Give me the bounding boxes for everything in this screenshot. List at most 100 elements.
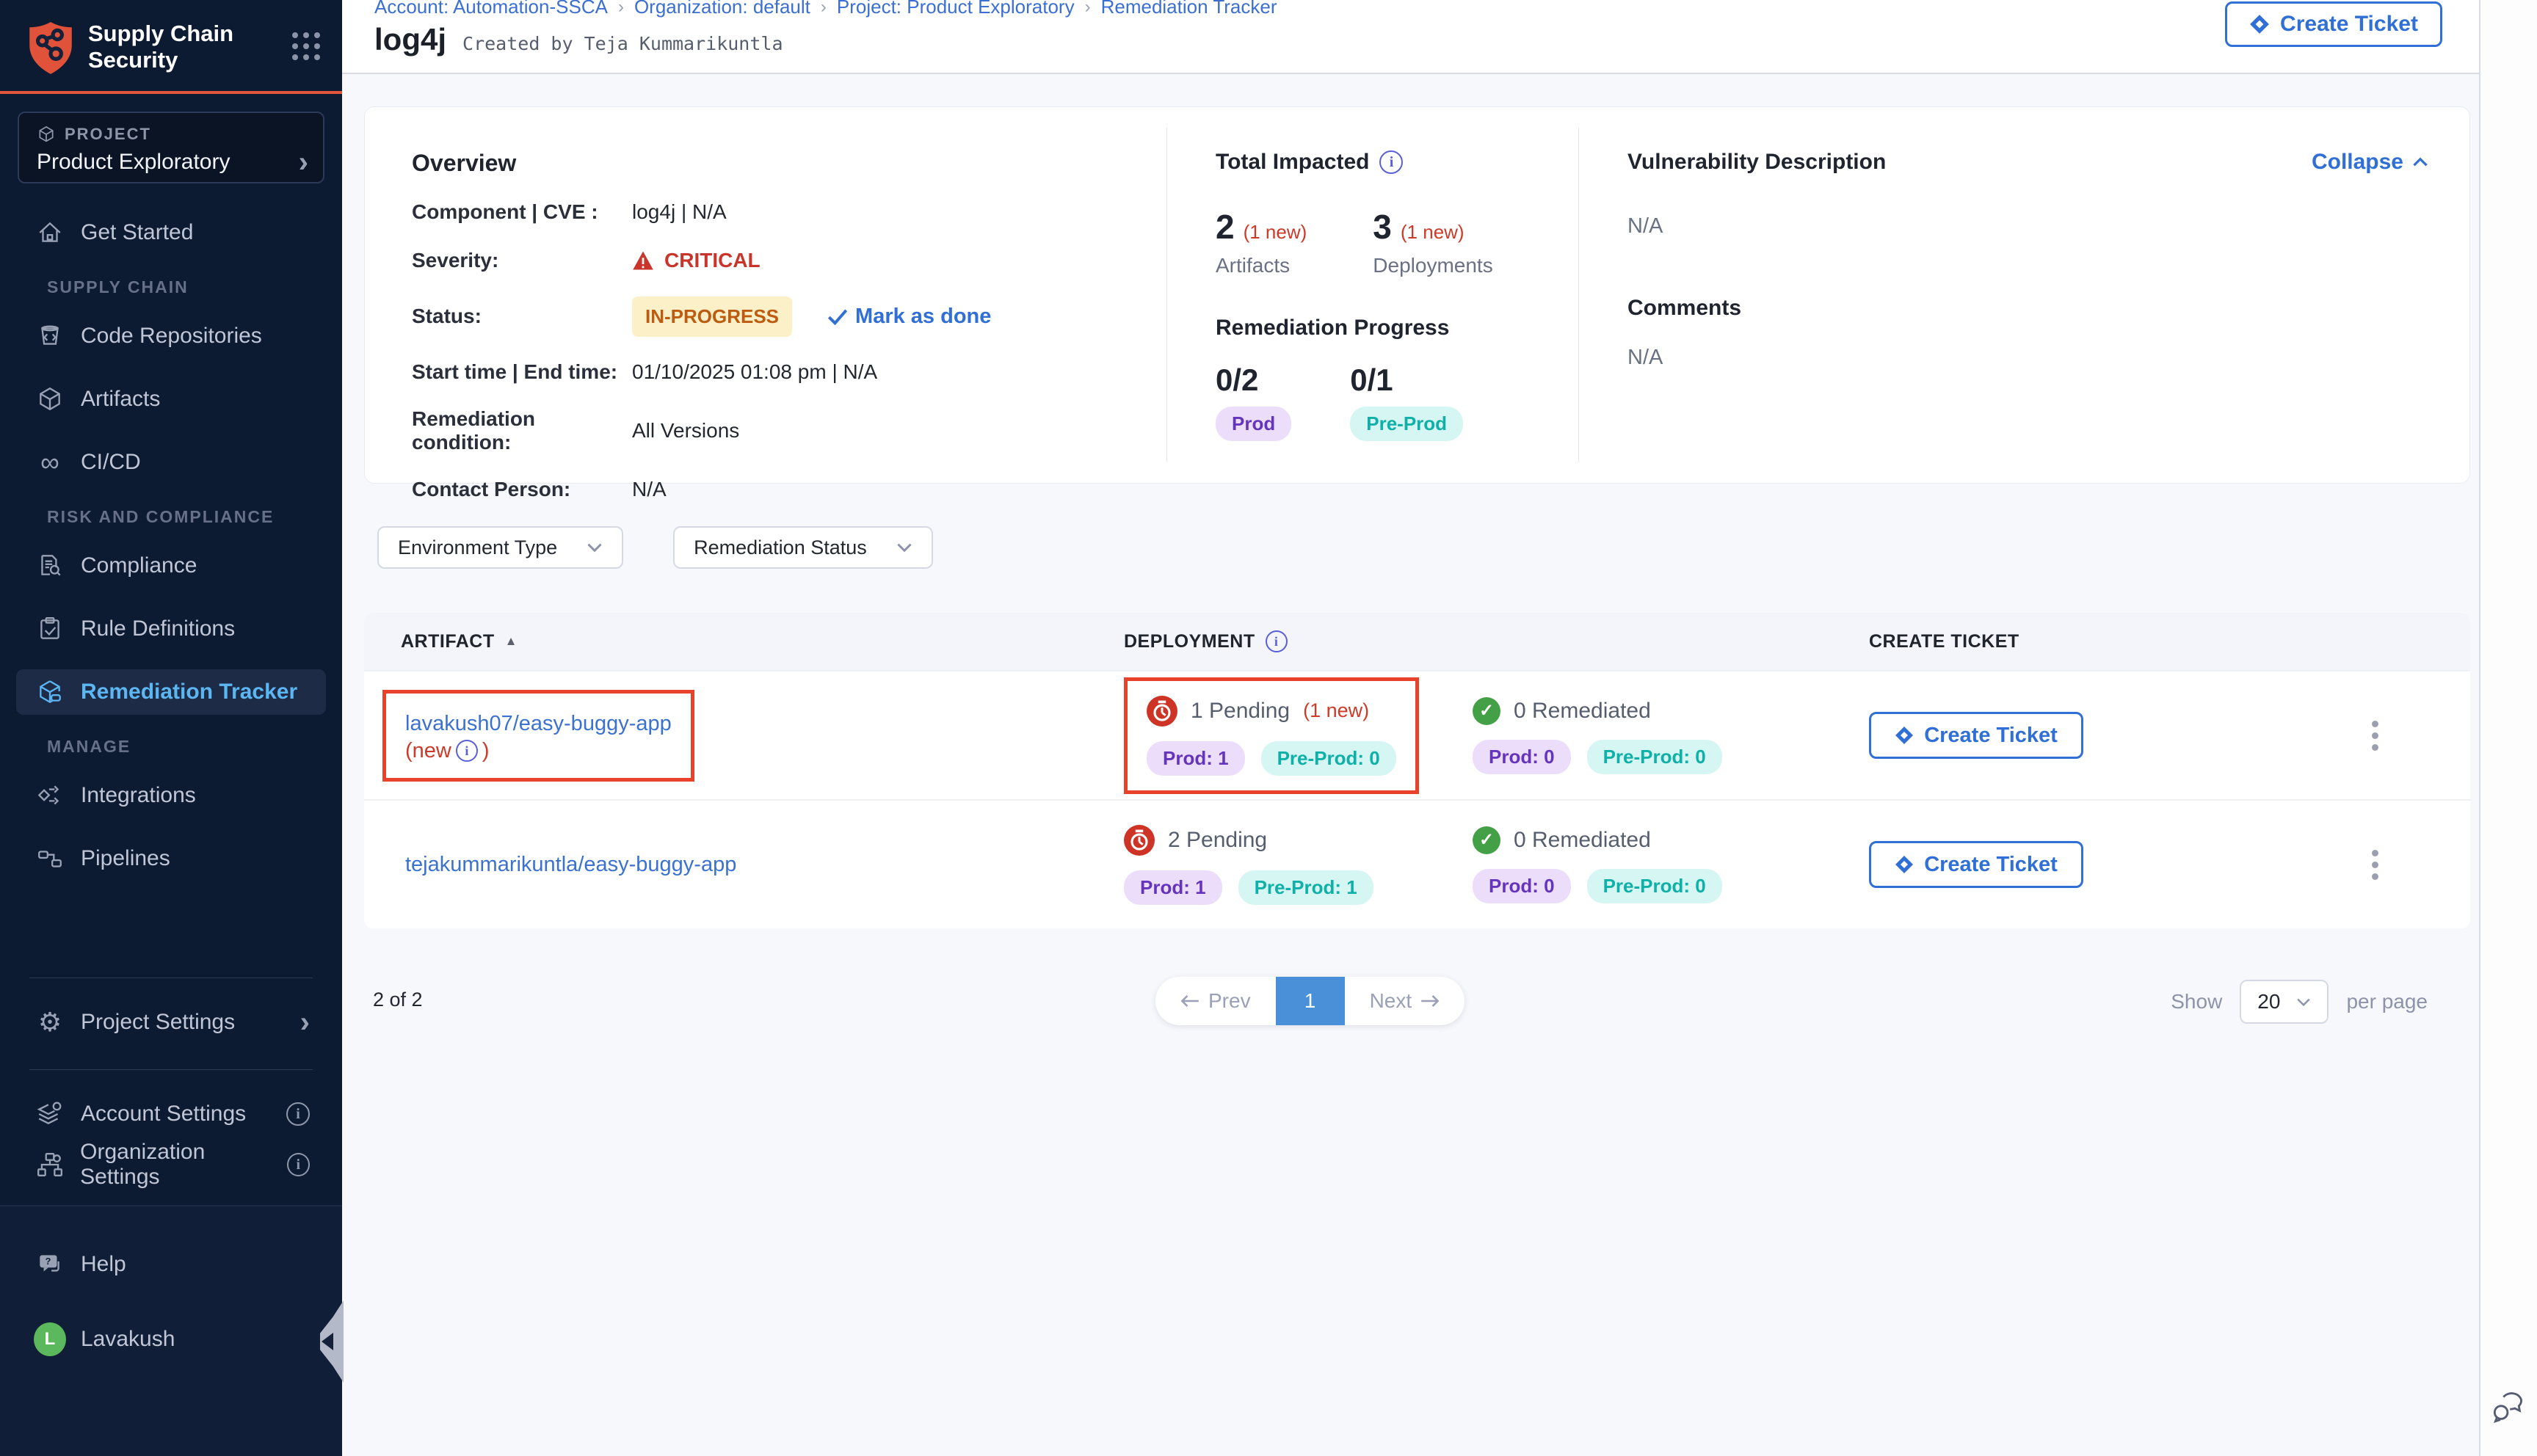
sidebar-item-label: Help bbox=[81, 1252, 126, 1277]
user-menu[interactable]: L Lavakush bbox=[0, 1317, 342, 1362]
sidebar-item-organization-settings[interactable]: Organization Settings i bbox=[0, 1142, 342, 1187]
page-size-select[interactable]: 20 bbox=[2240, 980, 2329, 1024]
sidebar-item-help[interactable]: ? Help bbox=[0, 1242, 342, 1287]
annotation-box-artifact: lavakush07/easy-buggy-app (new i ) bbox=[382, 690, 694, 782]
page-1-button[interactable]: 1 bbox=[1276, 977, 1345, 1025]
sidebar-item-artifacts[interactable]: Artifacts bbox=[0, 376, 342, 422]
breadcrumb-separator: › bbox=[821, 0, 827, 18]
sidebar-item-cicd[interactable]: ∞ CI/CD bbox=[0, 440, 342, 485]
remediation-status-filter[interactable]: Remediation Status bbox=[673, 526, 933, 569]
infinity-icon: ∞ bbox=[34, 449, 66, 476]
created-by-text: Created by Teja Kummarikuntla bbox=[462, 33, 783, 54]
sidebar-bottom: ? Help L Lavakush bbox=[0, 1205, 342, 1456]
preprod-badge: Pre-Prod bbox=[1350, 407, 1463, 441]
create-ticket-button[interactable]: Create Ticket bbox=[1869, 712, 2083, 759]
preprod-progress: 0/1 bbox=[1350, 363, 1463, 398]
deployments-new-count: (1 new) bbox=[1401, 221, 1465, 244]
breadcrumb-account[interactable]: Account: Automation-SSCA bbox=[374, 0, 608, 18]
project-label: PROJECT bbox=[65, 125, 151, 144]
pending-icon bbox=[1147, 696, 1177, 727]
severity-value: CRITICAL bbox=[664, 249, 761, 272]
main-content: Account: Automation-SSCA › Organization: … bbox=[342, 0, 2479, 1456]
breadcrumb-current[interactable]: Remediation Tracker bbox=[1101, 0, 1277, 18]
remediation-progress-heading: Remediation Progress bbox=[1216, 316, 1578, 341]
support-chat-icon[interactable] bbox=[2492, 1392, 2525, 1427]
artifact-new-flag: (new i ) bbox=[405, 739, 672, 763]
contact-value: N/A bbox=[632, 478, 667, 501]
app-logo-row: Supply Chain Security bbox=[0, 0, 342, 80]
critical-warning-icon bbox=[632, 250, 654, 271]
mark-as-done-link[interactable]: Mark as done bbox=[827, 305, 991, 329]
artifact-link[interactable]: tejakummarikuntla/easy-buggy-app bbox=[405, 849, 1124, 880]
section-manage: MANAGE bbox=[0, 737, 342, 757]
chevron-right-icon: › bbox=[299, 151, 308, 173]
sidebar-item-project-settings[interactable]: ⚙ Project Settings › bbox=[0, 1000, 342, 1045]
code-repo-icon bbox=[34, 322, 66, 350]
severity-label: Severity: bbox=[412, 249, 632, 272]
table-row: tejakummarikuntla/easy-buggy-app 2 Pendi… bbox=[364, 799, 2470, 928]
artifacts-new-count: (1 new) bbox=[1244, 221, 1307, 244]
sidebar-item-label: Artifacts bbox=[81, 387, 160, 412]
chevron-right-icon: › bbox=[300, 1011, 310, 1033]
table-row: lavakush07/easy-buggy-app (new i ) bbox=[364, 670, 2470, 799]
prev-page-button[interactable]: Prev bbox=[1155, 977, 1276, 1025]
breadcrumb-organization[interactable]: Organization: default bbox=[634, 0, 810, 18]
info-icon[interactable]: i bbox=[456, 740, 478, 762]
info-icon[interactable]: i bbox=[286, 1102, 310, 1126]
pending-new-count: (1 new) bbox=[1303, 699, 1369, 722]
divider bbox=[29, 1069, 313, 1070]
pipelines-icon bbox=[34, 845, 66, 873]
sidebar-item-integrations[interactable]: Integrations bbox=[0, 773, 342, 818]
arrow-left-icon bbox=[1180, 994, 1199, 1008]
breadcrumb: Account: Automation-SSCA › Organization: … bbox=[374, 0, 1277, 18]
remediated-count: 0 Remediated bbox=[1514, 699, 1651, 724]
sidebar-item-account-settings[interactable]: Account Settings i bbox=[0, 1091, 342, 1137]
artifacts-count: 2 bbox=[1216, 207, 1235, 247]
prod-badge: Prod bbox=[1216, 407, 1291, 441]
sidebar-item-label: Integrations bbox=[81, 783, 196, 808]
artifact-link[interactable]: lavakush07/easy-buggy-app bbox=[405, 708, 672, 739]
info-icon[interactable]: i bbox=[1379, 150, 1403, 174]
integrations-icon bbox=[34, 782, 66, 809]
contact-label: Contact Person: bbox=[412, 478, 632, 501]
page-title: log4j bbox=[374, 22, 446, 57]
total-impacted-heading: Total Impacted bbox=[1216, 150, 1369, 175]
ticket-diamond-icon bbox=[2249, 14, 2270, 34]
pagination-row: 2 of 2 Prev 1 Next Show 20 bbox=[364, 977, 2479, 1028]
sidebar-item-pipelines[interactable]: Pipelines bbox=[0, 836, 342, 881]
row-menu-kebab-icon[interactable] bbox=[2372, 721, 2378, 751]
info-icon[interactable]: i bbox=[287, 1153, 310, 1176]
prod-badge: Prod: 1 bbox=[1124, 870, 1222, 905]
sidebar-item-remediation-tracker[interactable]: Remediation Tracker bbox=[16, 669, 326, 715]
remediation-tracker-icon bbox=[34, 678, 66, 706]
breadcrumb-project[interactable]: Project: Product Exploratory bbox=[837, 0, 1075, 18]
svg-text:?: ? bbox=[46, 1256, 51, 1267]
ticket-diamond-icon bbox=[1895, 726, 1914, 745]
collapse-link[interactable]: Collapse bbox=[2312, 150, 2428, 175]
project-selector[interactable]: PROJECT Product Exploratory › bbox=[18, 112, 324, 183]
next-page-button[interactable]: Next bbox=[1345, 977, 1465, 1025]
preprod-badge: Pre-Prod: 1 bbox=[1238, 870, 1373, 905]
page-header: Account: Automation-SSCA › Organization: … bbox=[342, 0, 2479, 74]
chevron-up-icon bbox=[2412, 157, 2428, 167]
column-header-artifact[interactable]: ARTIFACT ▲ bbox=[364, 631, 1124, 652]
pager: Prev 1 Next bbox=[1155, 977, 1465, 1025]
remediated-count: 0 Remediated bbox=[1514, 828, 1651, 853]
pending-count: 1 Pending bbox=[1191, 699, 1290, 724]
cube-icon bbox=[37, 125, 56, 144]
status-label: Status: bbox=[412, 305, 632, 328]
sidebar-item-rule-definitions[interactable]: Rule Definitions bbox=[0, 606, 342, 652]
create-ticket-button[interactable]: Create Ticket bbox=[2225, 1, 2442, 47]
overview-heading: Overview bbox=[412, 150, 1144, 177]
create-ticket-button[interactable]: Create Ticket bbox=[1869, 841, 2083, 888]
app-grid-icon[interactable] bbox=[292, 32, 320, 60]
info-icon[interactable]: i bbox=[1266, 630, 1288, 652]
environment-type-filter[interactable]: Environment Type bbox=[377, 526, 623, 569]
sidebar-item-get-started[interactable]: Get Started bbox=[0, 210, 342, 255]
sidebar-item-compliance[interactable]: Compliance bbox=[0, 543, 342, 589]
row-menu-kebab-icon[interactable] bbox=[2372, 850, 2378, 880]
scrollbar-strip[interactable] bbox=[2479, 0, 2537, 1456]
comments-heading: Comments bbox=[1627, 296, 2428, 321]
sidebar-item-code-repositories[interactable]: Code Repositories bbox=[0, 313, 342, 359]
home-icon bbox=[34, 219, 66, 247]
